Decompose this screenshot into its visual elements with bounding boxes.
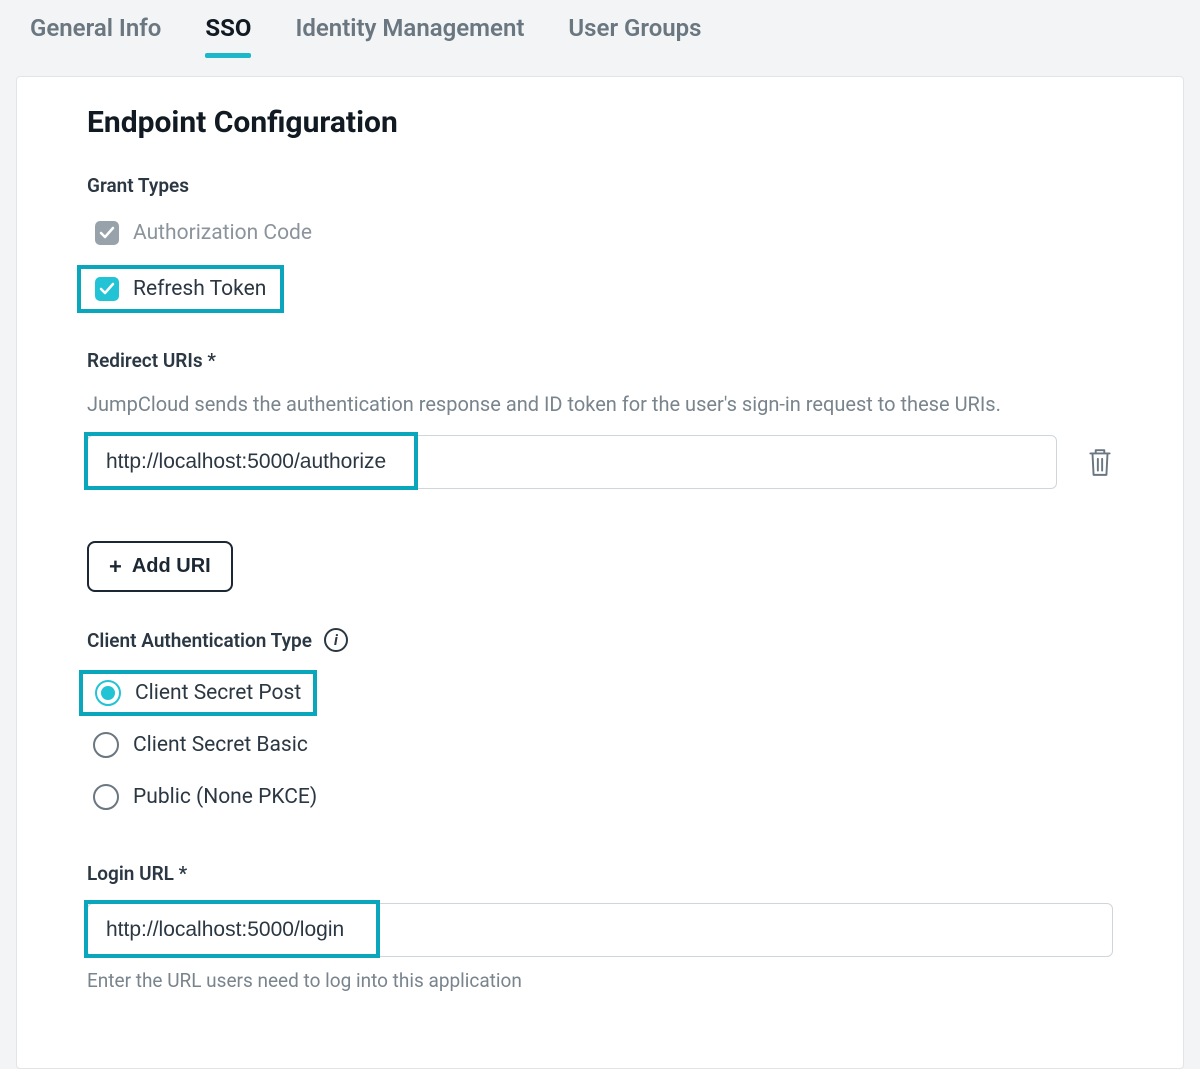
radio-client-secret-basic[interactable]: Client Secret Basic — [87, 728, 1113, 762]
client-auth-label: Client Authentication Type i — [87, 628, 1113, 652]
redirect-uris-hint: JumpCloud sends the authentication respo… — [87, 390, 1113, 419]
login-url-label: Login URL * — [87, 862, 1113, 885]
client-auth-block: Client Authentication Type i Client Secr… — [87, 628, 1113, 814]
tab-sso[interactable]: SSO — [205, 14, 251, 56]
redirect-uri-input-wrap — [87, 435, 1057, 489]
tab-user-groups[interactable]: User Groups — [568, 14, 701, 56]
highlight-refresh-token: Refresh Token — [77, 265, 284, 313]
check-icon — [99, 281, 115, 297]
redirect-uri-row — [87, 435, 1113, 489]
checkbox-refresh-token[interactable] — [95, 277, 119, 301]
config-panel: Endpoint Configuration Grant Types Autho… — [16, 76, 1184, 1069]
radio-input[interactable] — [95, 680, 121, 706]
radio-client-secret-post[interactable]: Client Secret Post — [89, 676, 307, 710]
grant-type-authorization-code: Authorization Code — [87, 215, 1113, 251]
grant-types-block: Grant Types Authorization Code Refresh T… — [87, 174, 1113, 313]
redirect-uri-input[interactable] — [87, 435, 1057, 489]
tabs-bar: General Info SSO Identity Management Use… — [0, 0, 1200, 56]
section-title: Endpoint Configuration — [87, 105, 1113, 140]
add-uri-label: Add URI — [132, 555, 211, 578]
tab-identity-management[interactable]: Identity Management — [295, 14, 524, 56]
radio-input[interactable] — [93, 784, 119, 810]
radio-public-none-pkce[interactable]: Public (None PKCE) — [87, 780, 1113, 814]
grant-type-label: Authorization Code — [133, 221, 312, 245]
check-icon — [99, 225, 115, 241]
redirect-uris-block: Redirect URIs * JumpCloud sends the auth… — [87, 349, 1113, 592]
radio-label: Client Secret Basic — [133, 733, 308, 757]
grant-type-refresh-token[interactable]: Refresh Token — [87, 271, 274, 307]
add-uri-button[interactable]: + Add URI — [87, 541, 233, 592]
trash-icon — [1087, 447, 1113, 477]
radio-label: Public (None PKCE) — [133, 785, 317, 809]
grant-type-label: Refresh Token — [133, 277, 266, 301]
radio-label: Client Secret Post — [135, 681, 301, 705]
highlight-client-secret-post: Client Secret Post — [79, 670, 317, 716]
radio-input[interactable] — [93, 732, 119, 758]
info-icon[interactable]: i — [324, 628, 348, 652]
client-auth-label-text: Client Authentication Type — [87, 629, 312, 652]
checkbox-authorization-code — [95, 221, 119, 245]
tab-general-info[interactable]: General Info — [30, 14, 161, 56]
login-url-input-wrap — [87, 903, 1113, 957]
login-url-block: Login URL * Enter the URL users need to … — [87, 862, 1113, 992]
login-url-helper: Enter the URL users need to log into thi… — [87, 969, 1113, 992]
delete-uri-button[interactable] — [1087, 447, 1113, 477]
login-url-input[interactable] — [87, 903, 1113, 957]
redirect-uris-label: Redirect URIs * — [87, 349, 1113, 372]
plus-icon: + — [109, 556, 122, 578]
grant-types-label: Grant Types — [87, 174, 1113, 197]
